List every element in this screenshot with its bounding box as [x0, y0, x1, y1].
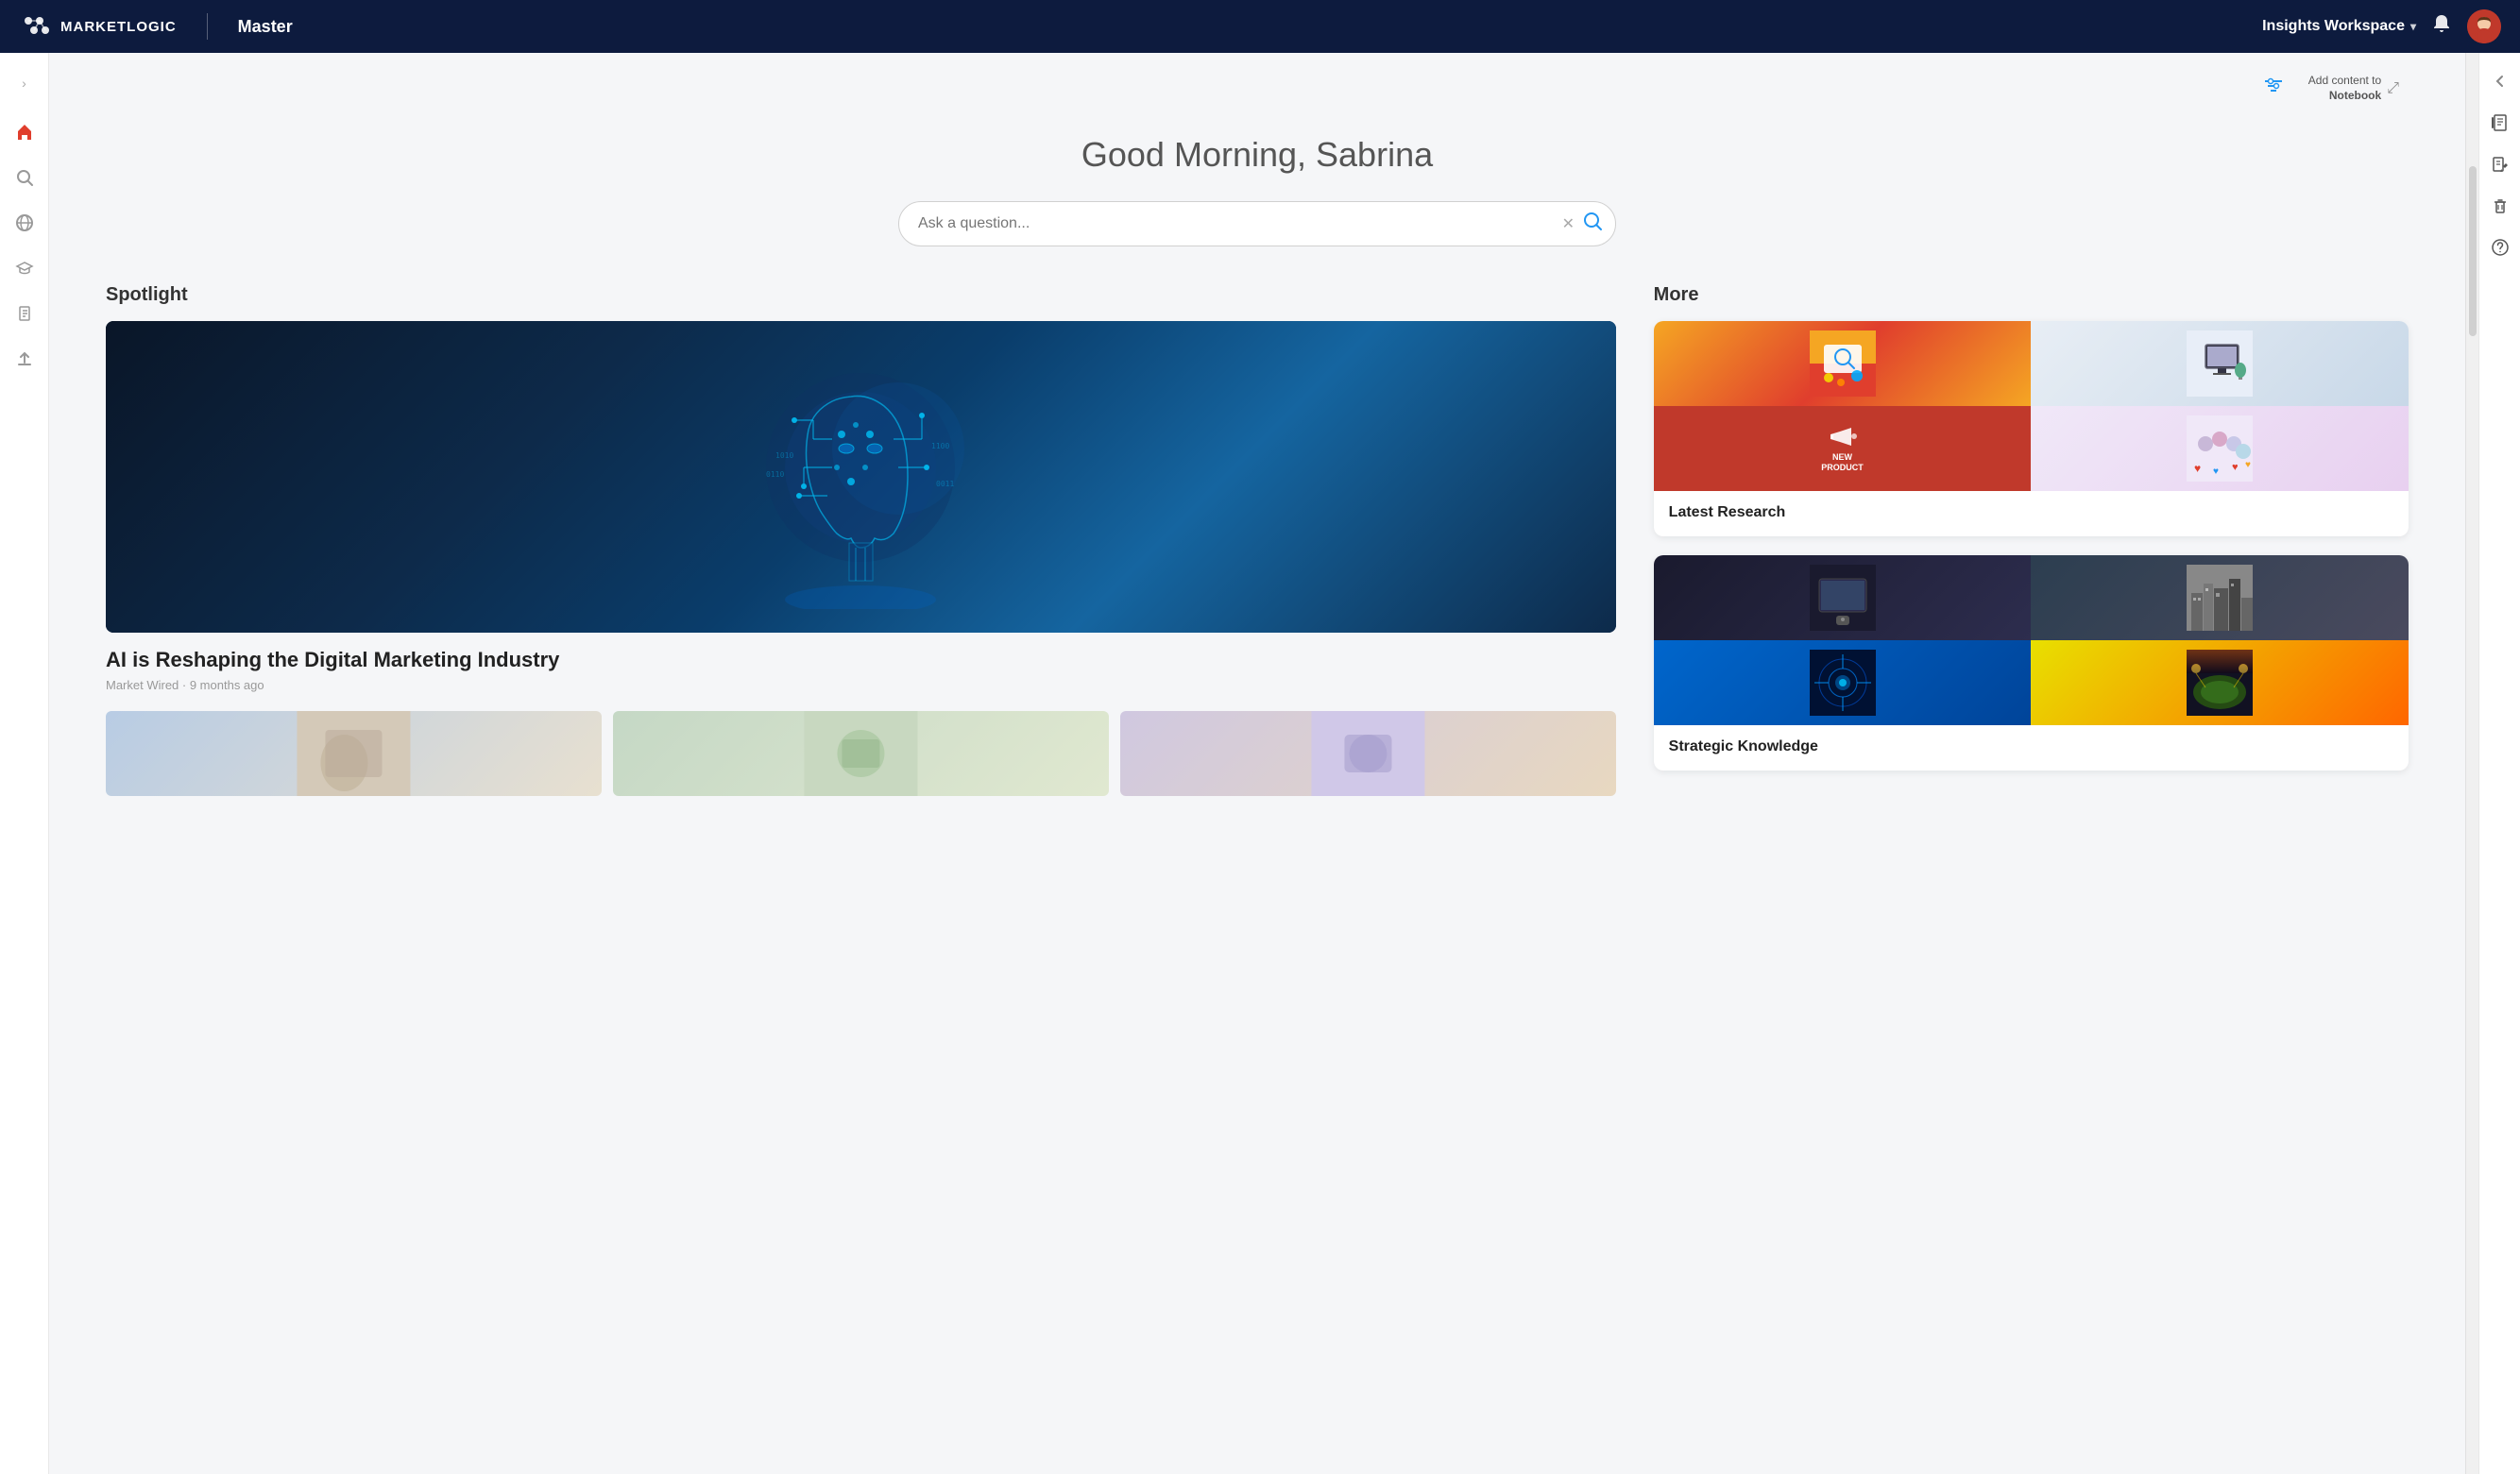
thumb-item-2[interactable]	[613, 711, 1109, 796]
latest-research-label: Latest Research	[1654, 491, 2409, 536]
card2-img-tr	[2031, 555, 2409, 640]
nav-left: MARKETLOGIC Master	[19, 13, 293, 40]
workspace-switcher[interactable]: Insights Workspace ▾	[2262, 18, 2416, 35]
content-area: Add content to Notebook ⤢ Good Morning, …	[49, 53, 2465, 1474]
spotlight-section: Spotlight	[106, 284, 1616, 796]
workspace-label: Insights Workspace	[2262, 18, 2405, 35]
sidebar-item-search[interactable]	[6, 159, 43, 196]
right-help-icon[interactable]	[2483, 230, 2517, 264]
thumb-item-1[interactable]	[106, 711, 602, 796]
sidebar-item-globe[interactable]	[6, 204, 43, 242]
main-layout: ›	[0, 53, 2520, 1474]
spotlight-heading: Spotlight	[106, 284, 1616, 306]
add-to-notebook-btn[interactable]: Add content to Notebook ⤢	[2299, 68, 2409, 109]
sidebar-item-learn[interactable]	[6, 249, 43, 287]
more-heading: More	[1654, 284, 2409, 306]
svg-text:♥: ♥	[2194, 462, 2201, 475]
scrollbar-thumb[interactable]	[2469, 166, 2477, 336]
workspace-chevron: ▾	[2410, 20, 2416, 33]
logo-text: MARKETLOGIC	[60, 19, 177, 35]
card-img-br-1: ♥ ♥ ♥ ♥	[2031, 406, 2409, 491]
spotlight-img-inner: 1010 0110 1100 0011	[106, 321, 1616, 633]
right-trash-icon[interactable]	[2483, 189, 2517, 223]
logo-icon	[19, 13, 53, 40]
notification-wrapper	[2431, 13, 2452, 40]
app-name: Master	[238, 17, 293, 37]
svg-text:♥: ♥	[2232, 462, 2239, 473]
spotlight-article-title[interactable]: AI is Reshaping the Digital Marketing In…	[106, 648, 1616, 672]
right-collapse-icon[interactable]	[2483, 64, 2517, 98]
two-col-layout: Spotlight	[106, 284, 2409, 796]
strategic-knowledge-label: Strategic Knowledge	[1654, 725, 2409, 771]
spotlight-image[interactable]: 1010 0110 1100 0011	[106, 321, 1616, 633]
right-edit-icon[interactable]	[2483, 147, 2517, 181]
latest-research-card[interactable]: NEWPRODUCT	[1654, 321, 2409, 536]
sidebar-expand-btn[interactable]: ›	[6, 64, 43, 102]
card-img-bl-1: NEWPRODUCT	[1654, 406, 2032, 491]
user-avatar[interactable]	[2467, 9, 2501, 43]
expand-notebook-icon: ⤢	[2387, 80, 2399, 97]
card2-img-bl	[1654, 640, 2032, 725]
search-container: ✕	[898, 201, 1616, 246]
greeting-heading: Good Morning, Sabrina	[106, 135, 2409, 175]
search-submit-icon[interactable]	[1582, 211, 1603, 237]
nav-right: Insights Workspace ▾	[2262, 9, 2501, 43]
svg-text:0011: 0011	[936, 480, 954, 488]
svg-text:1100: 1100	[931, 442, 949, 450]
nav-divider	[207, 13, 208, 40]
right-sidebar	[2478, 53, 2520, 1474]
svg-text:0110: 0110	[766, 470, 784, 479]
left-sidebar: ›	[0, 53, 49, 1474]
sidebar-item-upload[interactable]	[6, 340, 43, 378]
card2-img-br	[2031, 640, 2409, 725]
card-img-tr-1	[2031, 321, 2409, 406]
scrollbar-track[interactable]	[2465, 53, 2478, 1474]
top-navigation: MARKETLOGIC Master Insights Workspace ▾	[0, 0, 2520, 53]
card-images-2	[1654, 555, 2409, 725]
card2-img-tl	[1654, 555, 2032, 640]
spotlight-article-meta: Market Wired · 9 months ago	[106, 678, 1616, 692]
thumbnail-strip	[106, 711, 1616, 796]
thumb-item-3[interactable]	[1120, 711, 1616, 796]
more-section: More	[1654, 284, 2409, 789]
card-img-tl-1	[1654, 321, 2032, 406]
filter-icon[interactable]	[2263, 76, 2284, 102]
clear-search-icon[interactable]: ✕	[1562, 214, 1575, 233]
strategic-knowledge-card[interactable]: Strategic Knowledge	[1654, 555, 2409, 771]
right-notebook-icon[interactable]	[2483, 106, 2517, 140]
card-images-1: NEWPRODUCT	[1654, 321, 2409, 491]
sidebar-item-home[interactable]	[6, 113, 43, 151]
search-input[interactable]	[898, 201, 1616, 246]
svg-text:1010: 1010	[775, 451, 793, 460]
logo[interactable]: MARKETLOGIC	[19, 13, 177, 40]
svg-text:♥: ♥	[2245, 460, 2251, 470]
svg-text:♥: ♥	[2213, 466, 2219, 477]
filter-bar: Add content to Notebook ⤢	[106, 53, 2409, 116]
notification-icon[interactable]	[2431, 13, 2452, 40]
search-icons: ✕	[1562, 211, 1603, 237]
notebook-label: Add content to Notebook	[2308, 74, 2381, 103]
sidebar-item-reports[interactable]	[6, 295, 43, 332]
